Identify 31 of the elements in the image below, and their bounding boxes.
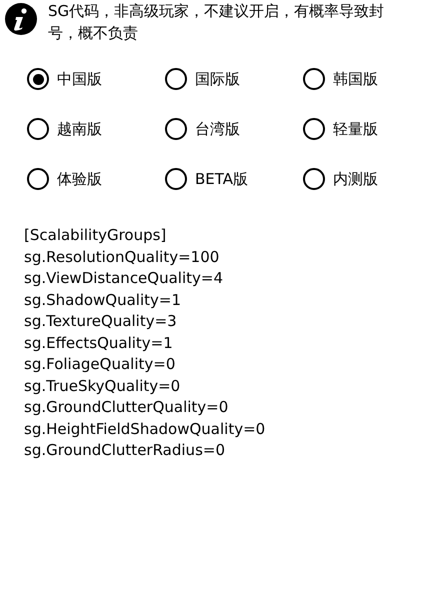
config-line: sg.ViewDistanceQuality=4 — [24, 268, 224, 289]
version-radio[interactable]: 体验版 — [27, 167, 165, 191]
info-icon — [5, 3, 37, 35]
warning-text: SG代码，非高级玩家，不建议开启，有概率导致封号，概不负责 — [48, 1, 386, 44]
version-label: 韩国版 — [333, 70, 378, 88]
config-line: sg.ResolutionQuality=100 — [24, 246, 220, 268]
config-line: sg.EffectsQuality=1 — [24, 332, 174, 354]
version-label: 中国版 — [57, 70, 102, 88]
version-label: 国际版 — [195, 70, 240, 88]
version-radio[interactable]: 国际版 — [165, 67, 303, 91]
config-line: [ScalabilityGroups] — [24, 225, 168, 246]
version-label: 轻量版 — [333, 120, 378, 138]
version-radio[interactable]: BETA版 — [165, 167, 303, 191]
version-radio[interactable]: 越南版 — [27, 117, 165, 141]
version-label: 台湾版 — [195, 120, 240, 138]
version-label: 体验版 — [57, 170, 102, 188]
version-label: BETA版 — [195, 170, 248, 188]
config-line: sg.FoliageQuality=0 — [24, 354, 176, 375]
version-label: 内测版 — [333, 170, 378, 188]
config-line: sg.HeightFieldShadowQuality=0 — [24, 418, 266, 440]
version-radio[interactable]: 台湾版 — [165, 117, 303, 141]
version-radio[interactable]: 轻量版 — [303, 117, 423, 141]
version-radio[interactable]: 韩国版 — [303, 67, 423, 91]
version-radio[interactable]: 内测版 — [303, 167, 423, 191]
config-line: sg.TextureQuality=3 — [24, 311, 178, 332]
version-radio[interactable]: 中国版 — [27, 67, 165, 91]
config-line: sg.GroundClutterRadius=0 — [24, 440, 226, 461]
config-line: sg.TrueSkyQuality=0 — [24, 376, 182, 396]
version-label: 越南版 — [57, 120, 102, 138]
config-line: sg.ShadowQuality=1 — [24, 290, 182, 310]
config-line: sg.GroundClutterQuality=0 — [24, 397, 230, 418]
